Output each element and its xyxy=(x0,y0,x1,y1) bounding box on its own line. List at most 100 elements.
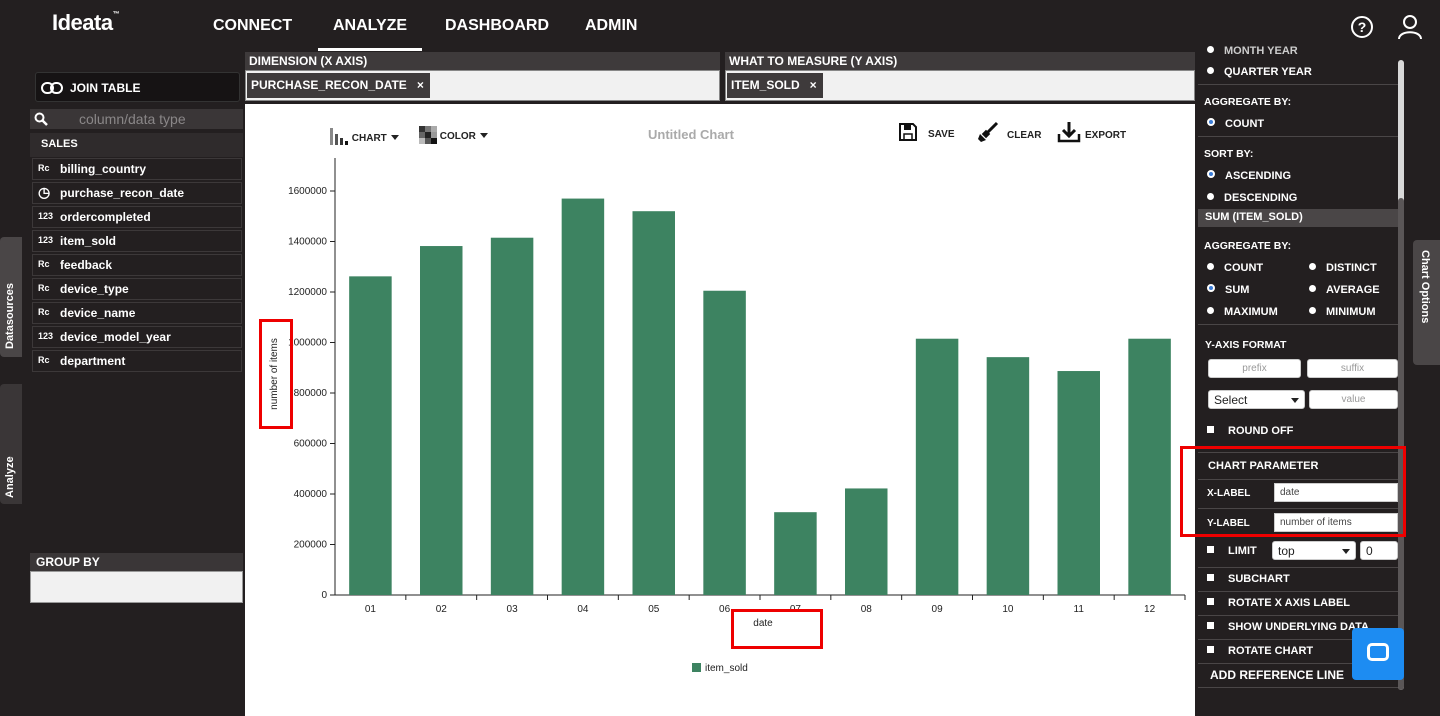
link-icon xyxy=(41,82,63,94)
add-reference-line-button[interactable]: ADD REFERENCE LINE xyxy=(1210,668,1344,682)
agg-average-option[interactable]: AVERAGE xyxy=(1309,284,1380,296)
text-type-icon: Rc xyxy=(38,259,50,269)
measure-section-header[interactable]: SUM (ITEM_SOLD) xyxy=(1198,209,1398,227)
field-item[interactable]: ◷ purchase_recon_date xyxy=(32,182,242,204)
table-name-header[interactable]: SALES xyxy=(30,133,243,157)
chevron-down-icon xyxy=(1342,549,1350,554)
rotate-x-option[interactable]: ROTATE X AXIS LABEL xyxy=(1207,597,1350,609)
legend-label: item_sold xyxy=(705,663,748,674)
datasources-tab[interactable]: Datasources xyxy=(0,237,22,357)
aggregate-by-label: AGGREGATE BY: xyxy=(1204,96,1292,108)
text-type-icon: Rc xyxy=(38,283,50,293)
field-item[interactable]: Rc device_type xyxy=(32,278,242,300)
format-select[interactable]: Select xyxy=(1208,390,1305,409)
suffix-input[interactable]: suffix xyxy=(1307,359,1398,378)
text-type-icon: Rc xyxy=(38,355,50,365)
agg-count-label: COUNT xyxy=(1224,262,1264,274)
field-item[interactable]: 123 device_model_year xyxy=(32,326,242,348)
chat-button[interactable] xyxy=(1352,628,1404,680)
analyze-tab[interactable]: Analyze xyxy=(0,384,22,504)
field-item[interactable]: 123 ordercompleted xyxy=(32,206,242,228)
field-item[interactable]: Rc billing_country xyxy=(32,158,242,180)
nav-connect[interactable]: CONNECT xyxy=(213,17,292,35)
user-icon[interactable] xyxy=(1398,14,1422,40)
app-logo[interactable]: Ideata™ xyxy=(52,10,120,36)
field-item[interactable]: Rc department xyxy=(32,350,242,372)
highlight-chart-parameter xyxy=(1180,446,1406,537)
radio-icon xyxy=(1309,263,1316,270)
rotate-chart-option[interactable]: ROTATE CHART xyxy=(1207,645,1313,657)
column-search-input[interactable]: column/data type xyxy=(30,109,243,129)
dimension-dropzone[interactable]: PURCHASE_RECON_DATE × xyxy=(245,70,720,101)
checkbox-icon xyxy=(1207,646,1214,653)
nav-admin[interactable]: ADMIN xyxy=(585,17,637,35)
quarter-year-label: QUARTER YEAR xyxy=(1224,66,1312,78)
chart-options-panel: MONTH YEAR QUARTER YEAR AGGREGATE BY: CO… xyxy=(1198,45,1398,716)
count-option[interactable]: COUNT xyxy=(1207,118,1264,130)
limit-value-input[interactable]: 0 xyxy=(1360,541,1398,560)
help-icon[interactable]: ? xyxy=(1351,16,1373,38)
prefix-input[interactable]: prefix xyxy=(1208,359,1301,378)
format-select-value: Select xyxy=(1214,393,1248,407)
aggregate-by-label-2: AGGREGATE BY: xyxy=(1204,240,1292,252)
limit-select[interactable]: top xyxy=(1272,541,1356,560)
bar xyxy=(561,198,605,595)
y-tick-label: 1600000 xyxy=(288,186,327,197)
text-type-icon: Rc xyxy=(38,163,50,173)
radio-icon xyxy=(1207,307,1214,314)
group-by-dropzone[interactable] xyxy=(30,571,243,603)
remove-measure-icon[interactable]: × xyxy=(810,78,817,92)
radio-icon xyxy=(1207,67,1214,74)
bar xyxy=(420,246,463,596)
bar xyxy=(774,512,817,595)
y-tick-label: 1000000 xyxy=(288,338,327,349)
measure-header: WHAT TO MEASURE (Y AXIS) xyxy=(725,52,1195,70)
field-label: department xyxy=(60,354,126,368)
field-label: purchase_recon_date xyxy=(60,186,185,200)
radio-icon xyxy=(1309,307,1316,314)
agg-maximum-option[interactable]: MAXIMUM xyxy=(1207,306,1278,318)
radio-icon xyxy=(1207,263,1214,270)
highlight-y-axis-label xyxy=(259,319,293,429)
field-item[interactable]: 123 item_sold xyxy=(32,230,242,252)
x-tick-label: 08 xyxy=(861,604,873,615)
field-label: device_type xyxy=(60,282,129,296)
ascending-option[interactable]: ASCENDING xyxy=(1207,170,1291,182)
options-scrollbar-thumb[interactable] xyxy=(1398,198,1404,690)
x-tick-label: 11 xyxy=(1074,604,1085,615)
agg-minimum-option[interactable]: MINIMUM xyxy=(1309,306,1376,318)
x-tick-label: 05 xyxy=(648,604,660,615)
show-underlying-label: SHOW UNDERLYING DATA xyxy=(1228,621,1369,633)
field-item[interactable]: Rc device_name xyxy=(32,302,242,324)
agg-count-option[interactable]: COUNT xyxy=(1207,262,1263,274)
agg-sum-option[interactable]: SUM xyxy=(1207,284,1249,296)
measure-dropzone[interactable]: ITEM_SOLD × xyxy=(725,70,1195,101)
legend-swatch xyxy=(692,663,701,672)
search-icon xyxy=(34,112,48,126)
round-off-option[interactable]: ROUND OFF xyxy=(1207,425,1293,437)
value-input[interactable]: value xyxy=(1309,390,1398,409)
measure-pill[interactable]: ITEM_SOLD × xyxy=(727,73,823,98)
month-year-option[interactable]: MONTH YEAR xyxy=(1207,45,1298,55)
y-axis-format-label: Y-AXIS FORMAT xyxy=(1205,339,1287,351)
agg-average-label: AVERAGE xyxy=(1326,284,1380,296)
nav-dashboard[interactable]: DASHBOARD xyxy=(445,17,549,35)
chart-options-tab[interactable]: Chart Options xyxy=(1413,240,1440,365)
limit-option[interactable]: LIMIT xyxy=(1207,545,1257,557)
quarter-year-option[interactable]: QUARTER YEAR xyxy=(1207,66,1312,78)
dimension-pill[interactable]: PURCHASE_RECON_DATE × xyxy=(247,73,430,98)
divider xyxy=(1198,591,1398,592)
divider xyxy=(1198,136,1398,137)
nav-analyze[interactable]: ANALYZE xyxy=(317,17,423,51)
field-item[interactable]: Rc feedback xyxy=(32,254,242,276)
agg-distinct-option[interactable]: DISTINCT xyxy=(1309,262,1377,274)
remove-dimension-icon[interactable]: × xyxy=(417,78,424,92)
number-type-icon: 123 xyxy=(38,211,54,221)
subchart-option[interactable]: SUBCHART xyxy=(1207,573,1290,585)
divider xyxy=(1198,567,1398,568)
radio-icon xyxy=(1309,285,1316,292)
join-table-button[interactable]: JOIN TABLE xyxy=(35,72,240,102)
clock-icon: ◷ xyxy=(38,184,51,200)
show-underlying-option[interactable]: SHOW UNDERLYING DATA xyxy=(1207,621,1369,633)
descending-option[interactable]: DESCENDING xyxy=(1207,192,1297,204)
